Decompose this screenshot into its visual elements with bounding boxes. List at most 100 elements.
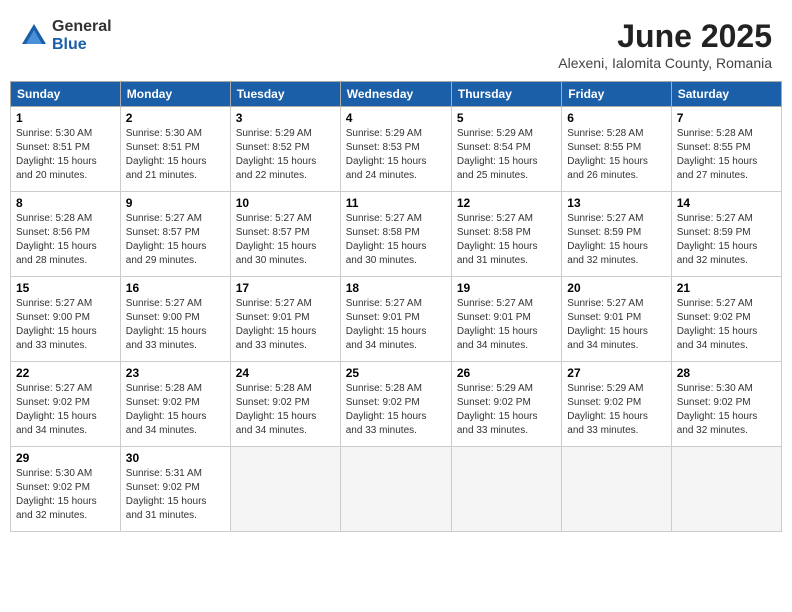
calendar-cell: 8 Sunrise: 5:28 AM Sunset: 8:56 PM Daylig… (11, 192, 121, 277)
calendar-cell: 24 Sunrise: 5:28 AM Sunset: 9:02 PM Dayli… (230, 362, 340, 447)
day-info: Sunrise: 5:28 AM Sunset: 9:02 PM Dayligh… (346, 382, 446, 438)
header: General Blue June 2025 Alexeni, Ialomita… (10, 10, 782, 75)
day-info: Sunrise: 5:27 AM Sunset: 9:02 PM Dayligh… (16, 382, 115, 438)
calendar-cell: 19 Sunrise: 5:27 AM Sunset: 9:01 PM Dayli… (451, 277, 561, 362)
day-info: Sunrise: 5:27 AM Sunset: 9:01 PM Dayligh… (567, 297, 665, 353)
day-number: 14 (677, 196, 776, 210)
calendar-cell: 9Sunrise: 5:27 AM Sunset: 8:57 PM Daylig… (120, 192, 230, 277)
calendar-cell: 20 Sunrise: 5:27 AM Sunset: 9:01 PM Dayli… (562, 277, 671, 362)
day-info: Sunrise: 5:29 AM Sunset: 8:54 PM Dayligh… (457, 127, 556, 183)
calendar-cell: 16 Sunrise: 5:27 AM Sunset: 9:00 PM Dayli… (120, 277, 230, 362)
day-info: Sunrise: 5:28 AM Sunset: 9:02 PM Dayligh… (126, 382, 225, 438)
day-info: Sunrise: 5:31 AM Sunset: 9:02 PM Dayligh… (126, 467, 225, 523)
day-info: Sunrise: 5:27 AM Sunset: 9:00 PM Dayligh… (126, 297, 225, 353)
main-title: June 2025 (558, 18, 772, 55)
day-info: Sunrise: 5:27 AM Sunset: 9:01 PM Dayligh… (346, 297, 446, 353)
day-number: 24 (236, 366, 335, 380)
day-info: Sunrise: 5:30 AM Sunset: 9:02 PM Dayligh… (16, 467, 115, 523)
day-number: 2 (126, 111, 225, 125)
day-info: Sunrise: 5:30 AM Sunset: 8:51 PM Dayligh… (126, 127, 225, 183)
calendar-cell: 29Sunrise: 5:30 AM Sunset: 9:02 PM Dayli… (11, 447, 121, 532)
subtitle: Alexeni, Ialomita County, Romania (558, 55, 772, 71)
day-info: Sunrise: 5:27 AM Sunset: 9:01 PM Dayligh… (457, 297, 556, 353)
calendar-cell: 13 Sunrise: 5:27 AM Sunset: 8:59 PM Dayli… (562, 192, 671, 277)
calendar-cell: 11 Sunrise: 5:27 AM Sunset: 8:58 PM Dayli… (340, 192, 451, 277)
col-sunday: Sunday (11, 82, 121, 107)
calendar-cell: 4Sunrise: 5:29 AM Sunset: 8:53 PM Daylig… (340, 107, 451, 192)
day-info: Sunrise: 5:28 AM Sunset: 8:56 PM Dayligh… (16, 212, 115, 268)
day-info: Sunrise: 5:27 AM Sunset: 8:58 PM Dayligh… (346, 212, 446, 268)
day-number: 1 (16, 111, 115, 125)
day-number: 12 (457, 196, 556, 210)
day-number: 21 (677, 281, 776, 295)
calendar-row: 22 Sunrise: 5:27 AM Sunset: 9:02 PM Dayli… (11, 362, 782, 447)
calendar-row: 29Sunrise: 5:30 AM Sunset: 9:02 PM Dayli… (11, 447, 782, 532)
day-info: Sunrise: 5:30 AM Sunset: 8:51 PM Dayligh… (16, 127, 115, 183)
day-number: 10 (236, 196, 335, 210)
day-info: Sunrise: 5:27 AM Sunset: 9:00 PM Dayligh… (16, 297, 115, 353)
calendar-row: 8 Sunrise: 5:28 AM Sunset: 8:56 PM Daylig… (11, 192, 782, 277)
day-info: Sunrise: 5:27 AM Sunset: 8:59 PM Dayligh… (567, 212, 665, 268)
calendar-cell: 15 Sunrise: 5:27 AM Sunset: 9:00 PM Dayli… (11, 277, 121, 362)
calendar-cell: 22 Sunrise: 5:27 AM Sunset: 9:02 PM Dayli… (11, 362, 121, 447)
calendar-cell: 27Sunrise: 5:29 AM Sunset: 9:02 PM Dayli… (562, 362, 671, 447)
day-number: 22 (16, 366, 115, 380)
day-number: 30 (126, 451, 225, 465)
calendar-row: 1 Sunrise: 5:30 AM Sunset: 8:51 PM Daylig… (11, 107, 782, 192)
calendar-cell: 23 Sunrise: 5:28 AM Sunset: 9:02 PM Dayli… (120, 362, 230, 447)
title-section: June 2025 Alexeni, Ialomita County, Roma… (558, 18, 772, 71)
day-info: Sunrise: 5:27 AM Sunset: 9:02 PM Dayligh… (677, 297, 776, 353)
calendar-cell: 6Sunrise: 5:28 AM Sunset: 8:55 PM Daylig… (562, 107, 671, 192)
day-number: 9 (126, 196, 225, 210)
calendar-cell: 7 Sunrise: 5:28 AM Sunset: 8:55 PM Daylig… (671, 107, 781, 192)
day-number: 23 (126, 366, 225, 380)
day-number: 17 (236, 281, 335, 295)
col-thursday: Thursday (451, 82, 561, 107)
calendar: Sunday Monday Tuesday Wednesday Thursday… (10, 81, 782, 532)
calendar-cell (230, 447, 340, 532)
day-info: Sunrise: 5:27 AM Sunset: 9:01 PM Dayligh… (236, 297, 335, 353)
calendar-cell: 5Sunrise: 5:29 AM Sunset: 8:54 PM Daylig… (451, 107, 561, 192)
logo-general: General (52, 18, 112, 36)
day-info: Sunrise: 5:28 AM Sunset: 8:55 PM Dayligh… (677, 127, 776, 183)
calendar-cell (671, 447, 781, 532)
day-number: 15 (16, 281, 115, 295)
day-number: 3 (236, 111, 335, 125)
day-info: Sunrise: 5:28 AM Sunset: 9:02 PM Dayligh… (236, 382, 335, 438)
calendar-cell (340, 447, 451, 532)
day-info: Sunrise: 5:29 AM Sunset: 8:53 PM Dayligh… (346, 127, 446, 183)
calendar-cell: 2 Sunrise: 5:30 AM Sunset: 8:51 PM Daylig… (120, 107, 230, 192)
day-info: Sunrise: 5:30 AM Sunset: 9:02 PM Dayligh… (677, 382, 776, 438)
day-info: Sunrise: 5:29 AM Sunset: 9:02 PM Dayligh… (567, 382, 665, 438)
calendar-cell: 1 Sunrise: 5:30 AM Sunset: 8:51 PM Daylig… (11, 107, 121, 192)
day-number: 11 (346, 196, 446, 210)
day-number: 16 (126, 281, 225, 295)
calendar-row: 15 Sunrise: 5:27 AM Sunset: 9:00 PM Dayli… (11, 277, 782, 362)
calendar-header-row: Sunday Monday Tuesday Wednesday Thursday… (11, 82, 782, 107)
day-number: 18 (346, 281, 446, 295)
calendar-cell: 17 Sunrise: 5:27 AM Sunset: 9:01 PM Dayli… (230, 277, 340, 362)
calendar-cell (451, 447, 561, 532)
calendar-cell: 14Sunrise: 5:27 AM Sunset: 8:59 PM Dayli… (671, 192, 781, 277)
calendar-cell: 25 Sunrise: 5:28 AM Sunset: 9:02 PM Dayli… (340, 362, 451, 447)
day-number: 20 (567, 281, 665, 295)
calendar-cell: 21 Sunrise: 5:27 AM Sunset: 9:02 PM Dayli… (671, 277, 781, 362)
logo-text: General Blue (52, 18, 112, 53)
calendar-cell: 12Sunrise: 5:27 AM Sunset: 8:58 PM Dayli… (451, 192, 561, 277)
day-info: Sunrise: 5:29 AM Sunset: 8:52 PM Dayligh… (236, 127, 335, 183)
day-info: Sunrise: 5:29 AM Sunset: 9:02 PM Dayligh… (457, 382, 556, 438)
day-number: 25 (346, 366, 446, 380)
calendar-cell (562, 447, 671, 532)
col-tuesday: Tuesday (230, 82, 340, 107)
day-number: 7 (677, 111, 776, 125)
logo-blue: Blue (52, 36, 112, 54)
day-info: Sunrise: 5:28 AM Sunset: 8:55 PM Dayligh… (567, 127, 665, 183)
day-number: 13 (567, 196, 665, 210)
col-monday: Monday (120, 82, 230, 107)
day-number: 19 (457, 281, 556, 295)
day-number: 8 (16, 196, 115, 210)
calendar-cell: 26Sunrise: 5:29 AM Sunset: 9:02 PM Dayli… (451, 362, 561, 447)
calendar-cell: 3 Sunrise: 5:29 AM Sunset: 8:52 PM Daylig… (230, 107, 340, 192)
day-info: Sunrise: 5:27 AM Sunset: 8:57 PM Dayligh… (236, 212, 335, 268)
logo-icon (20, 22, 48, 50)
